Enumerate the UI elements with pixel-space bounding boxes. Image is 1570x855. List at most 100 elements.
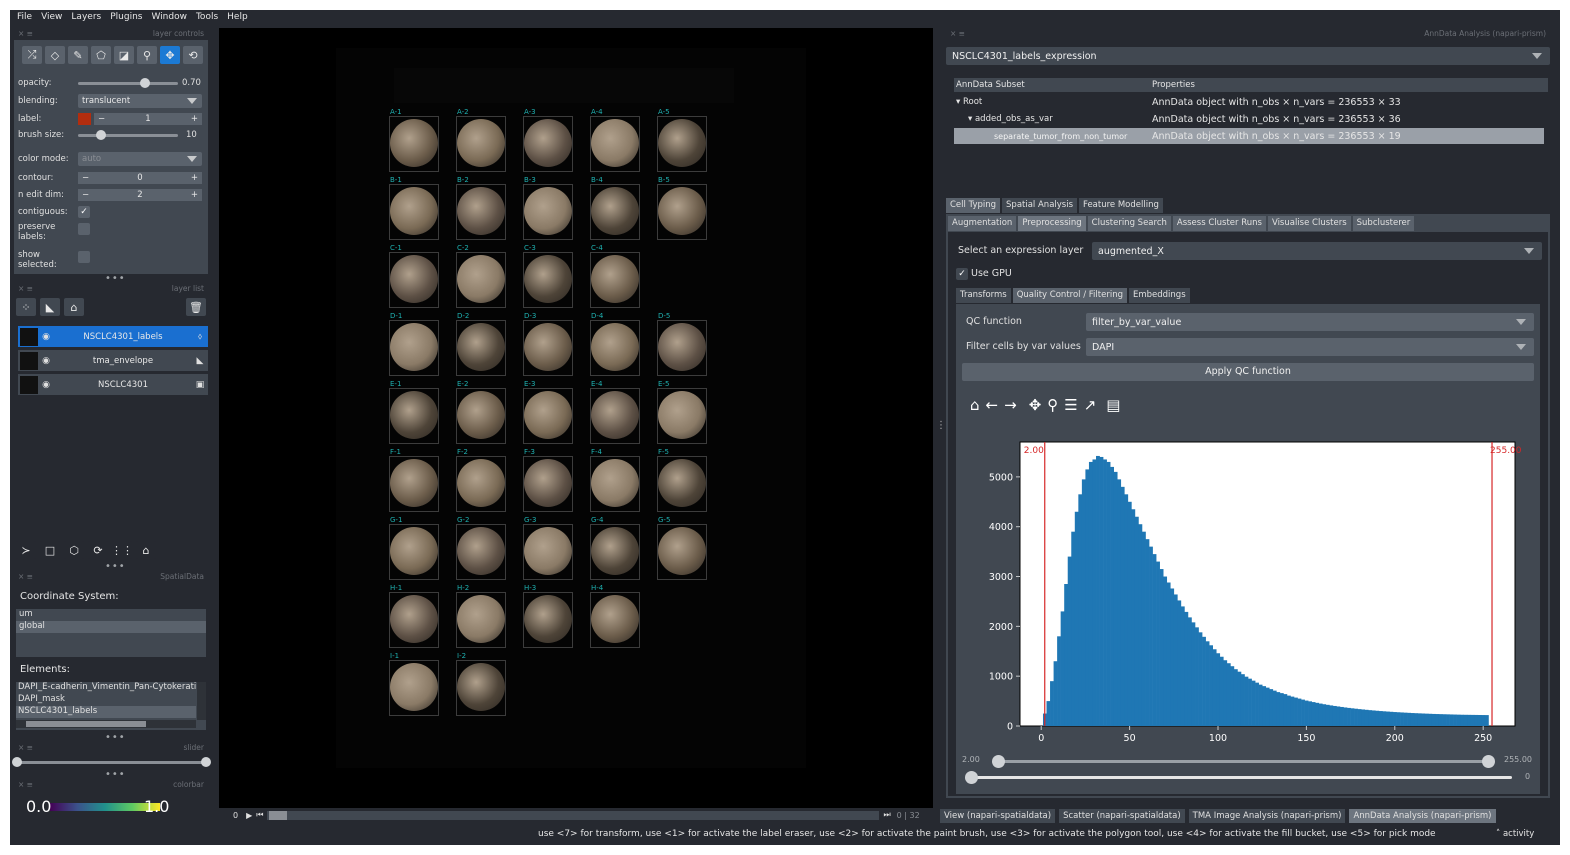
play-icon[interactable]: ▶ bbox=[246, 811, 252, 820]
tissue-core[interactable] bbox=[591, 323, 639, 371]
menu-plugins[interactable]: Plugins bbox=[110, 12, 142, 22]
apply-qc-button[interactable]: Apply QC function bbox=[962, 363, 1534, 381]
tab-assess-cluster-runs[interactable]: Assess Cluster Runs bbox=[1172, 216, 1266, 231]
dock-slider[interactable] bbox=[16, 761, 206, 764]
tree-row[interactable]: ▾ Root AnnData object with n_obs × n_var… bbox=[954, 94, 1544, 110]
minus-icon[interactable]: − bbox=[82, 190, 89, 200]
tissue-core[interactable] bbox=[390, 459, 438, 507]
contiguous-checkbox[interactable]: ✓ bbox=[78, 206, 90, 218]
tissue-core[interactable] bbox=[524, 119, 572, 167]
save-icon[interactable]: ▤ bbox=[1106, 396, 1120, 414]
home-icon[interactable]: ⌂ bbox=[970, 396, 980, 414]
dock-buttons-icon[interactable]: × ≡ bbox=[18, 572, 33, 581]
step-forward-icon[interactable]: ⏭ bbox=[883, 810, 890, 820]
tissue-core[interactable] bbox=[524, 527, 572, 575]
layer-item[interactable]: ◉ tma_envelope ◣ bbox=[18, 350, 208, 371]
tissue-core[interactable] bbox=[524, 323, 572, 371]
tab-spatial-analysis[interactable]: Spatial Analysis bbox=[1002, 198, 1078, 213]
range-slider-min-handle[interactable] bbox=[992, 755, 1005, 768]
tissue-core[interactable] bbox=[457, 527, 505, 575]
dims-slider[interactable] bbox=[267, 810, 880, 820]
viewer-canvas[interactable]: A-1 A-2 A-3 A-4 A-5 B-1 B-2 B-3 B-4 B-5 C-1 C-2 C-3 C… bbox=[219, 28, 933, 808]
second-slider-handle[interactable] bbox=[965, 771, 978, 784]
tissue-core[interactable] bbox=[457, 663, 505, 711]
range-slider[interactable] bbox=[996, 760, 1490, 763]
range-slider-max-handle[interactable] bbox=[1482, 755, 1495, 768]
tab-scatter-spatialdata[interactable]: Scatter (napari-spatialdata) bbox=[1059, 809, 1185, 823]
tab-clustering-search[interactable]: Clustering Search bbox=[1087, 216, 1171, 231]
tissue-core[interactable] bbox=[457, 255, 505, 303]
tree-row-selected[interactable]: separate_tumor_from_non_tumor AnnData ob… bbox=[954, 128, 1544, 144]
qc-histogram[interactable]: 2.00 255.00 0 50 100 150 200 250 0 1000 2000 3000 40… bbox=[956, 420, 1540, 750]
use-gpu-checkbox[interactable]: ✓ bbox=[956, 268, 968, 280]
tissue-core[interactable] bbox=[591, 391, 639, 439]
tab-anndata-analysis[interactable]: AnnData Analysis (napari-prism) bbox=[1349, 809, 1496, 823]
move-icon[interactable]: ✥ bbox=[160, 46, 180, 64]
new-points-icon[interactable]: ⁘ bbox=[16, 298, 36, 316]
contour-spinbox[interactable]: − 0 + bbox=[78, 172, 202, 184]
tab-augmentation[interactable]: Augmentation bbox=[948, 216, 1017, 231]
opacity-slider[interactable] bbox=[78, 82, 178, 85]
dock-buttons-icon[interactable]: × ≡ bbox=[950, 29, 965, 38]
label-color-swatch[interactable] bbox=[78, 113, 91, 125]
tissue-core[interactable] bbox=[390, 595, 438, 643]
horizontal-scrollbar[interactable] bbox=[16, 720, 196, 728]
menu-help[interactable]: Help bbox=[227, 12, 248, 22]
tissue-core[interactable] bbox=[390, 663, 438, 711]
tab-subclusterer[interactable]: Subclusterer bbox=[1352, 216, 1415, 231]
tab-feature-modelling[interactable]: Feature Modelling bbox=[1079, 198, 1163, 213]
roll-icon[interactable]: ⟳ bbox=[88, 541, 108, 559]
tab-quality-control[interactable]: Quality Control / Filtering bbox=[1012, 288, 1127, 303]
grid-icon[interactable]: ⋮⋮ bbox=[111, 541, 133, 559]
element-item[interactable]: DAPI_E-cadherin_Vimentin_Pan-Cytokerati bbox=[16, 682, 196, 694]
dock-buttons-icon[interactable]: × ≡ bbox=[18, 29, 33, 38]
tissue-core[interactable] bbox=[658, 119, 706, 167]
label-spinbox[interactable]: − 1 + bbox=[94, 113, 202, 125]
tissue-core[interactable] bbox=[658, 459, 706, 507]
dataset-select[interactable]: NSCLC4301_labels_expression bbox=[946, 47, 1550, 65]
element-item[interactable]: DAPI_mask bbox=[16, 694, 206, 706]
tab-transforms[interactable]: Transforms bbox=[956, 288, 1011, 303]
dock-buttons-icon[interactable]: × ≡ bbox=[18, 743, 33, 752]
coordinate-item[interactable]: global bbox=[16, 621, 206, 633]
minus-icon[interactable]: − bbox=[82, 173, 89, 183]
tissue-core[interactable] bbox=[457, 595, 505, 643]
nedit-spinbox[interactable]: − 2 + bbox=[78, 189, 202, 201]
brush-icon[interactable]: ✎ bbox=[68, 46, 88, 64]
plus-icon[interactable]: + bbox=[191, 114, 198, 124]
step-back-icon[interactable]: ⏮ bbox=[256, 810, 263, 820]
tissue-core[interactable] bbox=[390, 391, 438, 439]
expand-arrow-icon[interactable]: ▾ bbox=[956, 97, 963, 107]
menu-file[interactable]: File bbox=[17, 12, 32, 22]
tissue-core[interactable] bbox=[591, 255, 639, 303]
dock-slider-handle-right[interactable] bbox=[201, 757, 211, 767]
plus-icon[interactable]: + bbox=[191, 190, 198, 200]
tissue-core[interactable] bbox=[591, 527, 639, 575]
tissue-core[interactable] bbox=[457, 391, 505, 439]
edit-axes-icon[interactable]: ↗ bbox=[1084, 396, 1097, 414]
blending-select[interactable]: translucent bbox=[78, 94, 202, 108]
dock-buttons-icon[interactable]: × ≡ bbox=[18, 780, 33, 789]
tissue-core[interactable] bbox=[591, 187, 639, 235]
tissue-core[interactable] bbox=[658, 323, 706, 371]
square-icon[interactable]: □ bbox=[40, 541, 60, 559]
coordinate-item[interactable]: um bbox=[16, 609, 206, 621]
menu-tools[interactable]: Tools bbox=[196, 12, 218, 22]
second-slider[interactable] bbox=[970, 776, 1512, 779]
console-icon[interactable]: ≻ bbox=[16, 541, 36, 559]
dock-splitter-handle[interactable]: ⋮ bbox=[936, 420, 946, 431]
zoom-icon[interactable]: ⚲ bbox=[1047, 396, 1058, 414]
tissue-core[interactable] bbox=[457, 323, 505, 371]
new-labels-icon[interactable]: ⌂ bbox=[64, 298, 84, 316]
eye-icon[interactable]: ◉ bbox=[38, 380, 54, 390]
tree-row[interactable]: ▾ added_obs_as_var AnnData object with n… bbox=[954, 111, 1544, 127]
eye-icon[interactable]: ◉ bbox=[38, 356, 54, 366]
new-shapes-icon[interactable]: ◣ bbox=[40, 298, 60, 316]
tab-cell-typing[interactable]: Cell Typing bbox=[946, 198, 1001, 213]
tissue-core[interactable] bbox=[591, 459, 639, 507]
tissue-core[interactable] bbox=[390, 255, 438, 303]
tissue-core[interactable] bbox=[457, 187, 505, 235]
tissue-core[interactable] bbox=[390, 119, 438, 167]
show-selected-checkbox[interactable] bbox=[78, 251, 90, 263]
tab-preprocessing[interactable]: Preprocessing bbox=[1018, 216, 1086, 231]
